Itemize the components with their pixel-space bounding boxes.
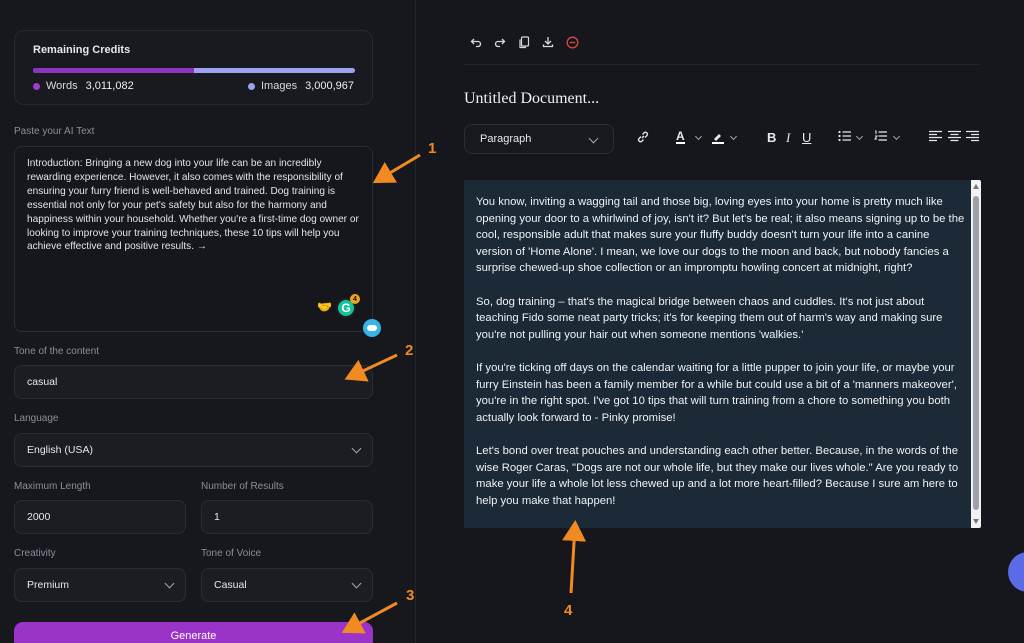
copy-icon[interactable] bbox=[516, 34, 532, 50]
chevron-down-icon bbox=[351, 443, 362, 454]
images-value: 3,000,967 bbox=[305, 80, 355, 92]
left-panel: Remaining Credits Words 3,011,082 Images… bbox=[0, 0, 416, 643]
bullet-list-icon[interactable] bbox=[838, 130, 852, 145]
tone-voice-value: Casual bbox=[214, 579, 247, 591]
handshake-icon[interactable]: 🤝 bbox=[317, 300, 332, 314]
tone-voice-label: Tone of Voice bbox=[201, 548, 262, 559]
assistant-bot-icon[interactable] bbox=[363, 319, 381, 337]
credits-title: Remaining Credits bbox=[33, 44, 131, 56]
scroll-thumb[interactable] bbox=[973, 196, 979, 510]
words-dot-icon bbox=[33, 82, 40, 90]
editor-top-toolbar bbox=[468, 34, 580, 50]
paragraph-select[interactable]: Paragraph bbox=[464, 124, 614, 154]
floating-action-button[interactable] bbox=[1008, 552, 1024, 592]
images-credit: Images 3,000,967 bbox=[248, 80, 354, 92]
language-value: English (USA) bbox=[27, 444, 93, 456]
align-left-icon[interactable] bbox=[929, 130, 942, 145]
scroll-up-icon[interactable] bbox=[973, 184, 979, 189]
ai-text-label: Paste your AI Text bbox=[14, 126, 95, 137]
format-toolbar: Paragraph A B I U bbox=[464, 124, 980, 154]
max-length-input[interactable]: 2000 bbox=[14, 500, 186, 534]
document-paragraph[interactable]: Let's bond over treat pouches and unders… bbox=[476, 443, 966, 509]
highlight-icon[interactable] bbox=[711, 130, 725, 147]
generate-button[interactable]: Generate bbox=[14, 622, 373, 643]
grammarly-badge: 4 bbox=[350, 294, 360, 304]
tone-voice-select[interactable]: Casual bbox=[201, 568, 373, 602]
bold-icon[interactable]: B bbox=[767, 130, 776, 145]
images-dot-icon bbox=[248, 82, 255, 90]
underline-icon[interactable]: U bbox=[802, 130, 811, 145]
annotation-number-4: 4 bbox=[564, 602, 573, 619]
ai-text-input[interactable]: Introduction: Bringing a new dog into yo… bbox=[14, 146, 373, 332]
scroll-down-icon[interactable] bbox=[973, 519, 979, 524]
chevron-down-icon[interactable] bbox=[892, 132, 901, 141]
chevron-down-icon bbox=[351, 578, 362, 589]
document-paragraph[interactable]: So, dog training – that's the magical br… bbox=[476, 294, 966, 344]
annotation-number-3: 3 bbox=[406, 587, 415, 604]
num-results-label: Number of Results bbox=[201, 481, 284, 492]
credits-words-fill bbox=[33, 68, 195, 73]
italic-icon[interactable]: I bbox=[786, 130, 790, 146]
words-label: Words bbox=[46, 80, 78, 92]
language-select[interactable]: English (USA) bbox=[14, 433, 373, 467]
tone-label: Tone of the content bbox=[14, 346, 100, 357]
credits-bar bbox=[33, 68, 355, 73]
creativity-select[interactable]: Premium bbox=[14, 568, 186, 602]
annotation-arrow-4 bbox=[562, 520, 587, 594]
ai-text-content[interactable]: Introduction: Bringing a new dog into yo… bbox=[27, 157, 363, 254]
num-results-input[interactable]: 1 bbox=[201, 500, 373, 534]
align-center-icon[interactable] bbox=[948, 130, 961, 145]
text-color-icon[interactable]: A bbox=[676, 130, 685, 144]
chevron-down-icon bbox=[164, 578, 175, 589]
editor-divider bbox=[464, 64, 980, 65]
link-icon[interactable] bbox=[636, 130, 650, 147]
language-label: Language bbox=[14, 413, 59, 424]
creativity-value: Premium bbox=[27, 579, 70, 591]
align-right-icon[interactable] bbox=[966, 130, 979, 145]
max-length-label: Maximum Length bbox=[14, 481, 91, 492]
credits-card: Remaining Credits Words 3,011,082 Images… bbox=[14, 30, 373, 105]
document-editor[interactable]: You know, inviting a wagging tail and th… bbox=[464, 180, 981, 528]
annotation-number-2: 2 bbox=[405, 342, 414, 359]
document-paragraph[interactable]: You know, inviting a wagging tail and th… bbox=[476, 194, 966, 277]
tone-input[interactable]: casual bbox=[14, 365, 373, 399]
words-value: 3,011,082 bbox=[85, 80, 134, 92]
chevron-down-icon[interactable] bbox=[729, 132, 738, 141]
undo-icon[interactable] bbox=[468, 34, 484, 50]
words-credit: Words 3,011,082 bbox=[33, 80, 134, 92]
chevron-down-icon bbox=[588, 133, 599, 144]
document-content[interactable]: You know, inviting a wagging tail and th… bbox=[476, 194, 966, 526]
creativity-label: Creativity bbox=[14, 548, 56, 559]
annotation-number-1: 1 bbox=[428, 140, 437, 157]
document-paragraph[interactable]: If you're ticking off days on the calend… bbox=[476, 360, 966, 426]
chevron-down-icon[interactable] bbox=[855, 132, 864, 141]
redo-icon[interactable] bbox=[492, 34, 508, 50]
chevron-down-icon[interactable] bbox=[694, 132, 703, 141]
numbered-list-icon[interactable] bbox=[874, 130, 888, 145]
document-scrollbar[interactable] bbox=[971, 180, 981, 528]
images-label: Images bbox=[261, 80, 298, 92]
paragraph-select-value: Paragraph bbox=[480, 133, 532, 145]
document-title[interactable]: Untitled Document... bbox=[464, 90, 599, 108]
download-icon[interactable] bbox=[540, 34, 556, 50]
delete-icon[interactable] bbox=[564, 34, 580, 50]
